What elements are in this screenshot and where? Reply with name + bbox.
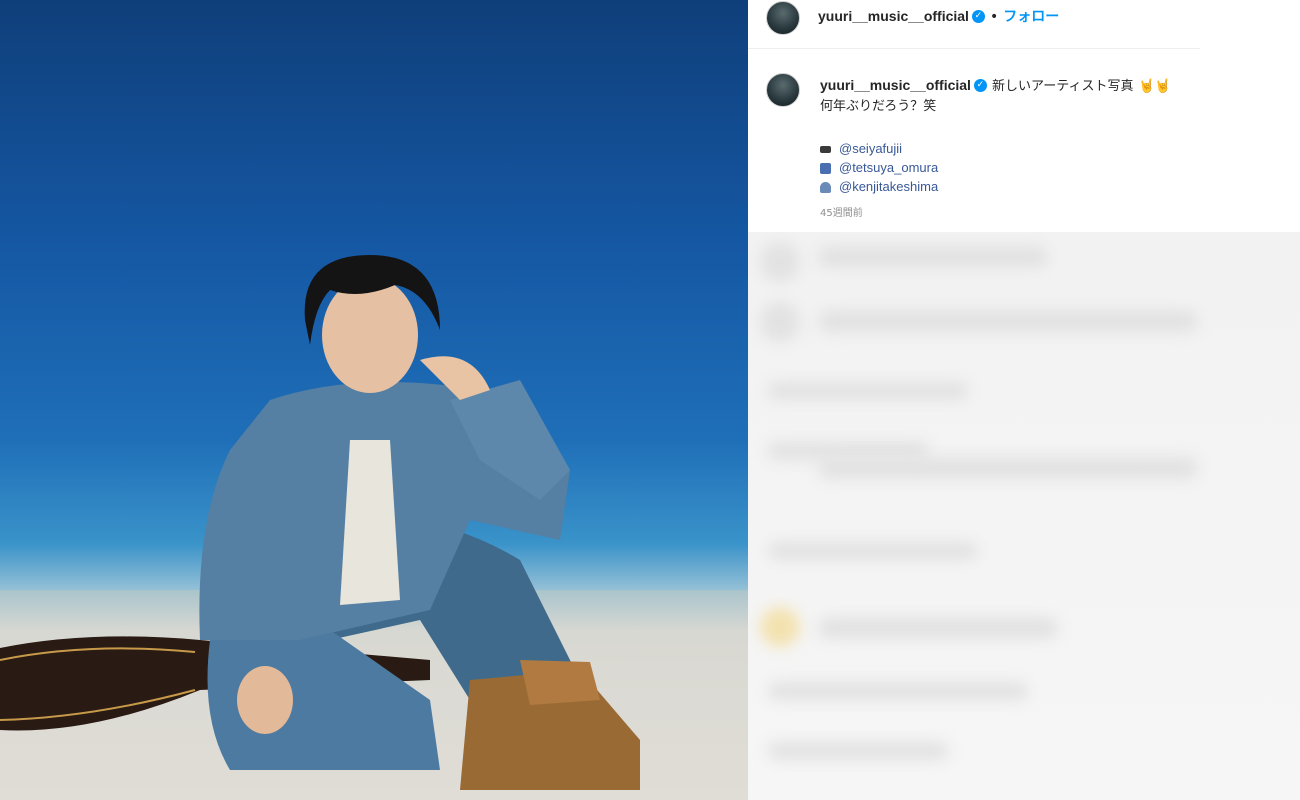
blurred-text: [768, 682, 1028, 700]
blurred-text: [768, 742, 948, 760]
verified-badge-icon: ✓: [973, 79, 987, 92]
credit-handle[interactable]: @kenjitakeshima: [839, 179, 938, 194]
hairdresser-icon: [820, 182, 831, 194]
blurred-avatar: [760, 302, 800, 342]
blurred-text: [768, 542, 978, 560]
blurred-text: [818, 310, 1198, 332]
header-username[interactable]: yuuri__music__official: [818, 8, 969, 24]
shirt-icon: [820, 163, 831, 175]
header-avatar[interactable]: [766, 1, 800, 35]
follow-button[interactable]: フォロー: [1003, 9, 1059, 25]
blurred-avatar: [760, 242, 800, 282]
caption-line2: 何年ぶりだろう？笑: [820, 99, 937, 114]
blurred-comments: [748, 232, 1300, 800]
camera-icon: [820, 146, 831, 154]
post-photo[interactable]: [0, 0, 748, 800]
credit-handle[interactable]: @seiyafujii: [839, 141, 902, 156]
rock-hand-emoji-icon: 🤘🤘: [1138, 79, 1171, 94]
caption-avatar[interactable]: [766, 73, 800, 107]
blurred-text: [818, 246, 1048, 268]
blurred-text: [768, 382, 968, 400]
caption-block: yuuri__music__official ✓ 新しいアーティスト写真 🤘🤘 何…: [820, 75, 1200, 219]
blurred-text: [818, 617, 1058, 639]
blurred-avatar: [760, 607, 800, 647]
credit-hair[interactable]: @kenjitakeshima: [820, 177, 1200, 196]
post-time: 45週間前: [820, 208, 863, 219]
caption-username[interactable]: yuuri__music__official: [820, 77, 971, 93]
post-header: yuuri__music__official ✓ • フォロー: [818, 6, 1059, 26]
credit-stylist[interactable]: @tetsuya_omura: [820, 158, 1200, 177]
caption-line1: 新しいアーティスト写真: [992, 79, 1134, 94]
header-divider: [748, 48, 1200, 49]
credits-list: @seiyafujii @tetsuya_omura @kenjitakeshi…: [820, 139, 1200, 196]
separator-dot: •: [989, 9, 999, 25]
blurred-text: [818, 457, 1198, 479]
photo-subject: [0, 255, 640, 790]
verified-badge-icon: ✓: [971, 10, 985, 23]
credit-handle[interactable]: @tetsuya_omura: [839, 160, 938, 175]
credit-photographer[interactable]: @seiyafujii: [820, 139, 1200, 158]
